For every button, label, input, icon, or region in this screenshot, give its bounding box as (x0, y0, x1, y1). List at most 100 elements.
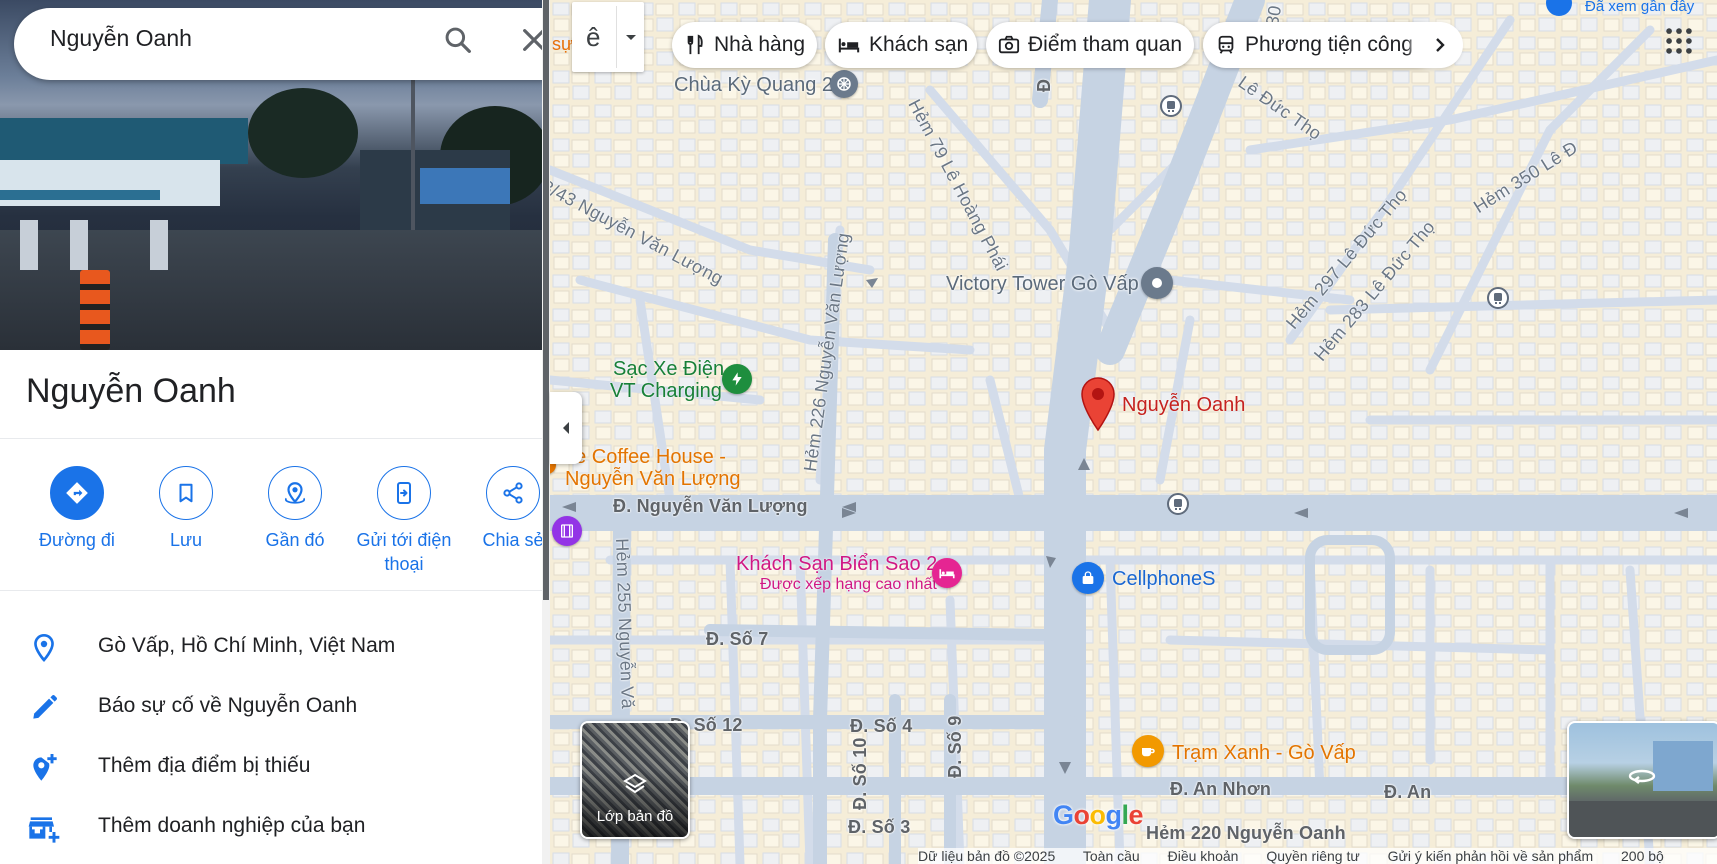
street-label: Đ. Số 4 (850, 716, 913, 736)
street-view-building (1653, 741, 1713, 791)
camera-icon (998, 35, 1020, 54)
add-missing-place-text: Thêm địa điểm bị thiếu (98, 754, 311, 777)
photo-tree (248, 88, 358, 178)
google-logo-letter: o (1073, 800, 1091, 830)
transit-icon (1218, 35, 1234, 54)
photo-building-sign (420, 168, 510, 204)
poi-label[interactable]: Khách Sạn Biển Sao 2 (736, 553, 937, 576)
photo-pump (150, 220, 168, 270)
hotel-icon[interactable] (932, 558, 962, 588)
street-view-road (1569, 801, 1717, 837)
poi-label[interactable]: Nguyễn Văn Lượng (565, 468, 741, 490)
selected-place-label[interactable]: Nguyễn Oanh (1122, 394, 1245, 417)
chevron-down-icon[interactable] (624, 30, 638, 48)
action-label: Chia sẻ (482, 530, 542, 550)
street-label: Đ (1034, 78, 1054, 92)
poi-label[interactable]: Victory Tower Gò Vấp (946, 273, 1139, 296)
google-logo-letter: g (1105, 800, 1123, 830)
search-input[interactable] (48, 22, 412, 54)
photo-sign-stripe (0, 190, 160, 200)
photo-gas-station-canopy (0, 118, 248, 164)
chip-label: Phương tiện công c (1245, 33, 1430, 56)
nearby-icon (268, 466, 322, 520)
collapse-panel-button[interactable] (550, 392, 582, 464)
street-label: Đ. An (1384, 782, 1432, 802)
footer-global-link[interactable]: Toàn cầu (1083, 848, 1140, 864)
chevron-right-icon (1436, 38, 1445, 52)
apps-grid-icon[interactable] (1662, 24, 1696, 58)
marker-dot (1152, 278, 1162, 288)
input-tools-button[interactable]: ê (572, 2, 644, 72)
close-icon[interactable] (518, 24, 542, 56)
poi-label[interactable]: Sạc Xe Điện (613, 358, 724, 380)
search-icon[interactable] (442, 24, 474, 56)
temple-icon[interactable] (830, 70, 858, 98)
recently-viewed-label[interactable]: Đã xem gần đây (1585, 0, 1694, 15)
layers-button[interactable]: Lớp bản đồ (580, 721, 690, 839)
street-label: Đ. Số 10 (850, 737, 870, 810)
selected-place-pin-icon[interactable] (1080, 376, 1116, 432)
poi-label[interactable]: Chùa Kỳ Quang 2 (674, 74, 833, 97)
map-canvas[interactable]: Đ. Nguyễn Văn Lượng 3/43 Nguyễn Văn Lượn… (550, 0, 1717, 864)
address-text: Gò Vấp, Hồ Chí Minh, Việt Nam (98, 634, 396, 657)
location-pin-icon (28, 632, 60, 664)
google-logo: Google (1053, 800, 1144, 831)
poi-label[interactable]: CellphoneS (1112, 568, 1215, 591)
footer-attribution: Dữ liệu bản đồ ©2025 (918, 848, 1056, 864)
cafe-icon[interactable] (1132, 735, 1164, 767)
footer-privacy-link[interactable]: Quyền riêng tư (1266, 848, 1359, 864)
cinema-icon[interactable] (552, 516, 582, 546)
poi-label[interactable]: he Coffee House - (564, 446, 726, 468)
poi-sublabel: Được xếp hạng cao nhất (760, 576, 937, 593)
panel-scrollbar[interactable] (542, 0, 550, 864)
google-logo-letter: G (1053, 800, 1074, 830)
google-logo-letter: e (1128, 800, 1144, 830)
share-icon (486, 466, 540, 520)
chip-restaurants[interactable]: Nhà hàng (672, 22, 817, 68)
street-label: Đ. Nguyễn Văn Lượng (613, 496, 808, 516)
bus-stop-icon[interactable] (1160, 95, 1182, 117)
chip-label: Nhà hàng (714, 33, 806, 56)
shopping-icon[interactable] (1072, 562, 1104, 594)
street-label: Đ. An Nhơn (1170, 779, 1272, 799)
chip-label: Điểm tham quan (1028, 33, 1183, 56)
add-business-row[interactable]: Thêm doanh nghiệp của bạn (0, 800, 542, 850)
chip-attractions[interactable]: Điểm tham quan (986, 22, 1194, 68)
action-label: Đường đi (39, 530, 115, 550)
footer-terms-link[interactable]: Điều khoản (1168, 848, 1239, 864)
add-missing-place-row[interactable]: Thêm địa điểm bị thiếu (0, 740, 542, 790)
save-button[interactable]: Lưu (131, 466, 241, 552)
poi-label[interactable]: VT Charging (610, 380, 722, 402)
place-title: Nguyễn Oanh (26, 372, 236, 410)
footer-scale[interactable]: 200 bộ (1621, 848, 1664, 864)
nearby-button[interactable]: Gần đó (240, 466, 350, 552)
photo-pump (70, 220, 88, 270)
divider (0, 590, 542, 591)
action-label: Lưu (169, 530, 203, 550)
ev-charging-icon[interactable] (722, 364, 752, 394)
footer-feedback-link[interactable]: Gửi ý kiến phản hồi về sản phẩm (1388, 848, 1594, 864)
street-view-thumbnail[interactable] (1567, 721, 1717, 839)
photo-traffic-cone (80, 270, 110, 350)
bus-stop-icon[interactable] (1487, 287, 1509, 309)
send-to-phone-icon (377, 466, 431, 520)
bookmark-icon (159, 466, 213, 520)
address-row[interactable]: Gò Vấp, Hồ Chí Minh, Việt Nam (0, 620, 542, 670)
report-issue-row[interactable]: Báo sự cố về Nguyễn Oanh (0, 680, 542, 730)
poi-label[interactable]: Trạm Xanh - Gò Vấp (1172, 742, 1356, 764)
divider (0, 438, 542, 439)
directions-icon (50, 466, 104, 520)
scrollbar-thumb[interactable] (543, 0, 549, 600)
hotel-icon (838, 38, 860, 53)
share-button[interactable]: Chia sẻ (458, 466, 542, 552)
send-to-phone-button[interactable]: Gửi tới điện thoại (349, 466, 459, 576)
place-marker-icon[interactable] (1141, 267, 1173, 299)
chip-hotels[interactable]: Khách sạn (825, 22, 977, 68)
chips-scroll-right-button[interactable] (1417, 22, 1463, 68)
google-logo-letter: l (1121, 800, 1130, 830)
directions-button[interactable]: Đường đi (22, 466, 132, 552)
rotate-360-icon (1627, 767, 1657, 790)
bus-stop-icon[interactable] (1167, 493, 1189, 515)
report-issue-text: Báo sự cố về Nguyễn Oanh (98, 694, 358, 717)
chevron-left-icon (563, 422, 569, 434)
